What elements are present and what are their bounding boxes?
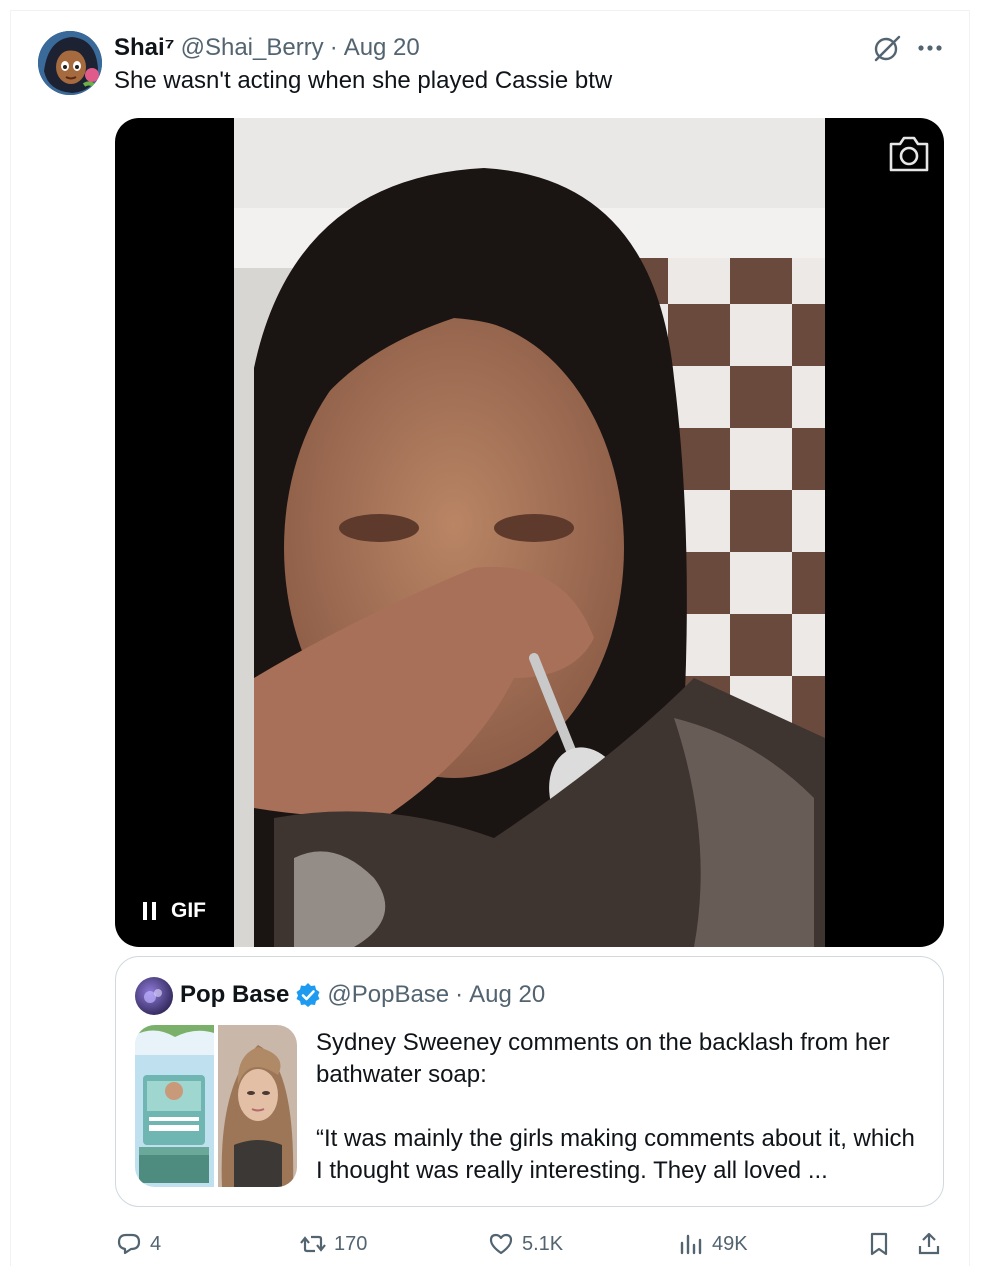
like-count: 5.1K: [522, 1232, 564, 1255]
heart-icon: [489, 1233, 513, 1255]
quoted-text-line-1: Sydney Sweeney comments on the backlash …: [316, 1029, 890, 1088]
quoted-separator: ·: [455, 981, 464, 1008]
tweet-date[interactable]: Aug 20: [344, 34, 420, 62]
bookmark-button[interactable]: [866, 1226, 892, 1262]
share-button[interactable]: [916, 1226, 942, 1262]
quoted-tweet-text: Sydney Sweeney comments on the backlash …: [316, 1027, 926, 1187]
gif-badge: GIF: [171, 899, 206, 922]
gif-frame: [234, 118, 825, 947]
pause-icon[interactable]: [141, 900, 159, 922]
quoted-display-name[interactable]: Pop Base: [180, 981, 289, 1009]
like-button[interactable]: 5.1K: [488, 1226, 563, 1262]
tweet-header: Shai⁷ @Shai_Berry · Aug 20: [114, 34, 420, 62]
tweet-text: She wasn't acting when she played Cassie…: [114, 67, 613, 94]
verified-badge-icon[interactable]: [295, 982, 321, 1008]
more-options-icon[interactable]: [916, 38, 944, 58]
header-separator: ·: [329, 34, 338, 61]
quoted-date[interactable]: Aug 20: [469, 981, 545, 1009]
portrait-image: [218, 1025, 297, 1187]
quoted-author-avatar[interactable]: [135, 977, 173, 1015]
tweet-media-gif[interactable]: GIF: [115, 118, 944, 947]
grok-icon[interactable]: [871, 32, 903, 64]
author-display-name[interactable]: Shai⁷: [114, 34, 175, 62]
view-count: 49K: [712, 1232, 748, 1255]
quoted-handle[interactable]: @PopBase: [327, 981, 449, 1009]
quoted-text-line-2: “It was mainly the girls making comments…: [316, 1125, 915, 1184]
retweet-button[interactable]: 170: [300, 1226, 367, 1262]
tweet-actions: 4 170 5.1K 49K: [0, 1226, 988, 1262]
retweet-count: 170: [334, 1232, 368, 1255]
views-button[interactable]: 49K: [678, 1226, 748, 1262]
gif-controls: GIF: [141, 896, 206, 926]
quoted-media-thumbnail[interactable]: [135, 1025, 297, 1187]
reply-icon: [117, 1233, 141, 1255]
camera-icon[interactable]: [887, 134, 931, 174]
author-handle[interactable]: @Shai_Berry: [181, 34, 324, 62]
views-chart-icon: [680, 1234, 702, 1255]
quoted-tweet[interactable]: Pop Base @PopBase · Aug 20 Sydney Sweene…: [115, 956, 944, 1207]
retweet-icon: [300, 1235, 326, 1253]
cartoon-avatar-icon: [38, 31, 102, 95]
author-avatar[interactable]: [38, 31, 102, 95]
share-icon: [918, 1232, 940, 1255]
reply-count: 4: [150, 1232, 162, 1255]
soap-product-image: [135, 1025, 214, 1187]
quoted-header: Pop Base @PopBase · Aug 20: [180, 979, 545, 1011]
bookmark-icon: [870, 1232, 888, 1256]
reply-button[interactable]: 4: [116, 1226, 161, 1262]
